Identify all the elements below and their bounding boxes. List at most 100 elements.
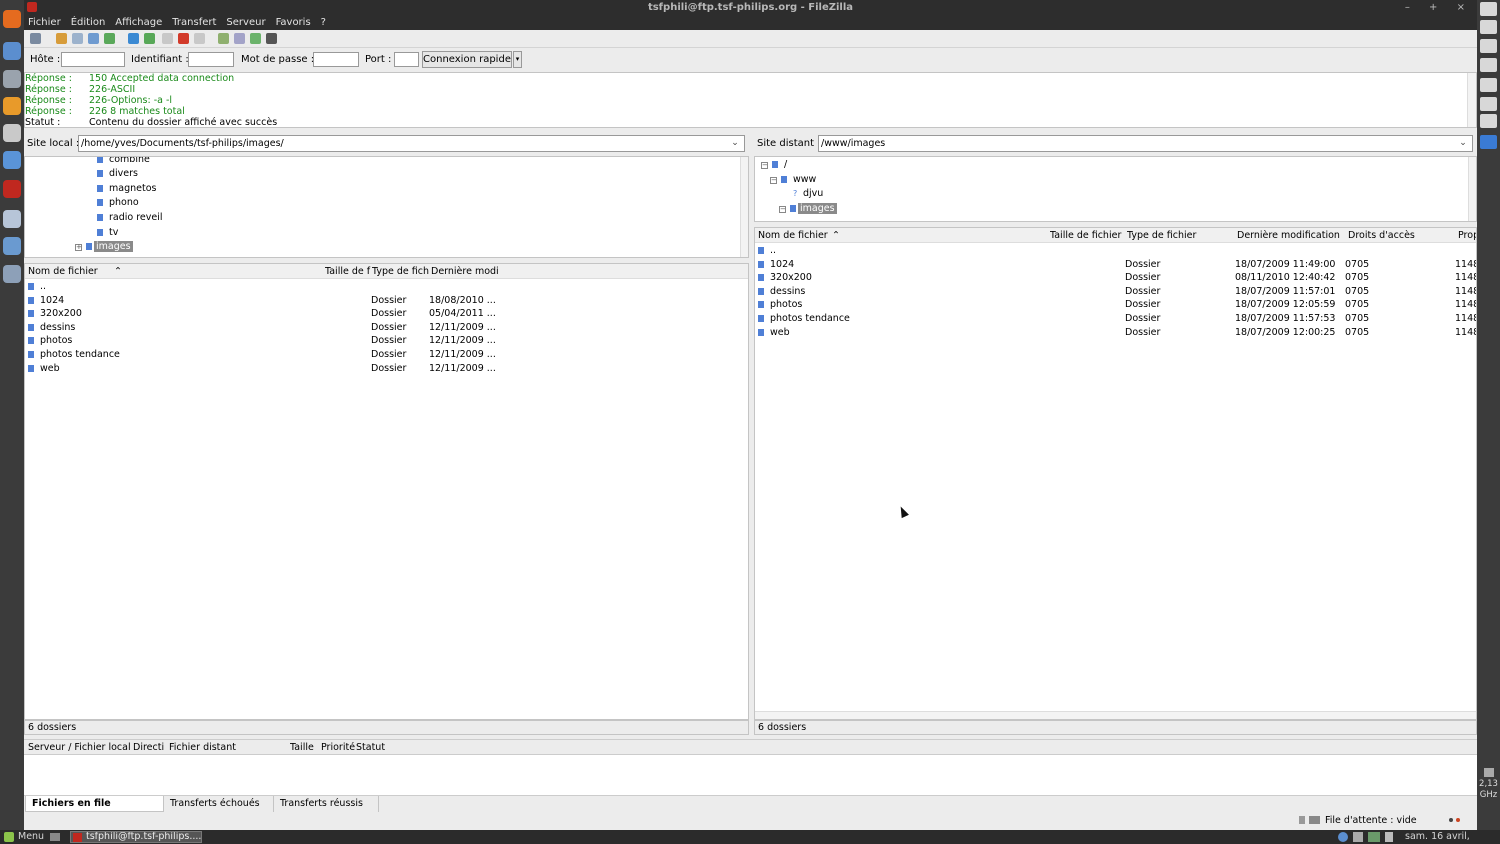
printer-icon[interactable] [3,124,21,142]
calculator-icon[interactable] [1480,2,1497,16]
sync-browsing-icon[interactable] [250,33,261,44]
disc-icon[interactable] [1480,58,1497,72]
table-row[interactable]: dessins Dossier 18/07/2009 11:57:01 0705 114… [755,285,1476,299]
quickconnect-button[interactable]: Connexion rapide [422,51,512,68]
filezilla-icon[interactable] [3,180,21,198]
table-row[interactable]: 320x200 Dossier 08/11/2010 12:40:42 0705 114… [755,271,1476,285]
box-icon[interactable] [1480,78,1497,92]
table-row[interactable]: 1024 Dossier 18/08/2010 ... [25,294,748,308]
column-size[interactable]: Taille de fichier [1050,230,1122,241]
directory-listing-icon[interactable] [218,33,229,44]
tools-icon[interactable] [3,265,21,283]
user-input[interactable] [188,52,234,67]
local-path-input[interactable]: /home/yves/Documents/tsf-philips/images/… [78,135,745,152]
table-row[interactable]: web Dossier 12/11/2009 ... [25,362,748,376]
settings-icon[interactable] [3,237,21,255]
network-icon[interactable] [3,70,21,88]
local-tree-icon[interactable] [72,33,83,44]
menu-favoris[interactable]: Favoris [276,15,311,30]
tree-item[interactable]: divers [97,167,138,181]
tree-item-selected[interactable]: + images [75,240,133,254]
remote-tree-scrollbar[interactable] [1468,157,1476,221]
column-modified[interactable]: Dernière modi [431,266,501,277]
quickconnect-dropdown[interactable]: ▾ [513,51,522,68]
show-desktop-icon[interactable] [50,833,60,841]
files-icon[interactable] [3,210,21,228]
menu-help[interactable]: ? [321,15,326,30]
transfer-queue-icon[interactable] [104,33,115,44]
queue-column-priority[interactable]: Priorité [321,742,359,753]
image-icon[interactable] [1480,97,1497,111]
taskbar-menu[interactable]: Menu [18,830,44,844]
site-manager-icon[interactable] [30,33,41,44]
taskbar-window-button[interactable]: tsfphili@ftp.tsf-philips.... [70,831,202,843]
table-row[interactable]: photos Dossier 12/11/2009 ... [25,334,748,348]
shield-icon[interactable] [1338,832,1348,842]
column-owner[interactable]: Prop [1458,230,1476,241]
log-scrollbar[interactable] [1467,73,1476,127]
queue-column-status[interactable]: Statut [356,742,396,753]
column-filename[interactable]: Nom de fichier [28,266,318,277]
menu-transfert[interactable]: Transfert [172,15,216,30]
clipboard-icon[interactable] [1353,832,1363,842]
menu-fichier[interactable]: Fichier [28,15,61,30]
app-icon[interactable] [1480,135,1497,149]
refresh-icon[interactable] [128,33,139,44]
table-row[interactable]: .. [25,280,748,294]
host-input[interactable] [61,52,125,67]
queue-column-size[interactable]: Taille [290,742,320,753]
table-row[interactable]: 320x200 Dossier 05/04/2011 ... [25,307,748,321]
message-log-icon[interactable] [56,33,67,44]
calendar-icon[interactable] [1480,114,1497,128]
tree-item[interactable]: radio reveil [97,211,163,225]
local-tree-scrollbar[interactable] [740,157,748,257]
remote-tree-icon[interactable] [88,33,99,44]
table-row[interactable]: web Dossier 18/07/2009 12:00:25 0705 1148 [755,326,1476,340]
window-controls[interactable]: – + × [1405,0,1473,15]
tree-item[interactable]: ? djvu [793,187,823,201]
tree-item[interactable]: magnetos [97,182,156,196]
cancel-icon[interactable] [162,33,173,44]
menu-affichage[interactable]: Affichage [115,15,162,30]
table-row[interactable]: .. [755,244,1476,258]
network-icon[interactable] [1368,832,1380,842]
queue-column-direction[interactable]: Directi [133,742,165,753]
table-row[interactable]: dessins Dossier 12/11/2009 ... [25,321,748,335]
tree-item[interactable]: tv [97,226,118,240]
column-size[interactable]: Taille de f [325,266,371,277]
tab-successful[interactable]: Transferts réussis [274,796,379,812]
tab-queued[interactable]: Fichiers en file d'attente [25,796,164,824]
clock[interactable]: sam. 16 avril, 22:11 [1405,830,1500,844]
tree-item[interactable]: phono [97,196,139,210]
music-icon[interactable] [3,97,21,115]
table-row[interactable]: photos tendance Dossier 18/07/2009 11:57:5… [755,312,1476,326]
remote-list-hscrollbar[interactable] [755,711,1476,719]
column-permissions[interactable]: Droits d'accès [1348,230,1456,241]
tree-item[interactable]: − / [761,158,787,172]
port-input[interactable] [394,52,419,67]
speed-limit-icon[interactable] [1309,816,1320,824]
binoculars-icon[interactable] [266,33,277,44]
filter-icon[interactable] [234,33,245,44]
column-filename[interactable]: Nom de fichier [758,230,1048,241]
menu-icon[interactable] [4,832,14,842]
camera-icon[interactable] [1480,20,1497,34]
firefox-icon[interactable] [3,10,21,28]
table-row[interactable]: 1024 Dossier 18/07/2009 11:49:00 0705 1148 [755,258,1476,272]
chevron-down-icon[interactable]: ⌄ [1456,136,1470,151]
mail-icon[interactable] [3,42,21,60]
menu-edition[interactable]: Édition [71,15,106,30]
table-row[interactable]: photos tendance Dossier 12/11/2009 ... [25,348,748,362]
queue-column-server[interactable]: Serveur / Fichier local [28,742,132,753]
tree-item[interactable]: − www [770,173,816,187]
tab-failed[interactable]: Transferts échoués [164,796,274,812]
disc-icon[interactable] [1480,39,1497,53]
chevron-down-icon[interactable]: ⌄ [728,136,742,151]
column-type[interactable]: Type de fichier [1127,230,1235,241]
disconnect-icon[interactable] [178,33,189,44]
reconnect-icon[interactable] [194,33,205,44]
tree-item-selected[interactable]: − images [779,202,837,216]
password-input[interactable] [313,52,359,67]
volume-icon[interactable] [1385,832,1393,842]
column-modified[interactable]: Dernière modification [1237,230,1345,241]
